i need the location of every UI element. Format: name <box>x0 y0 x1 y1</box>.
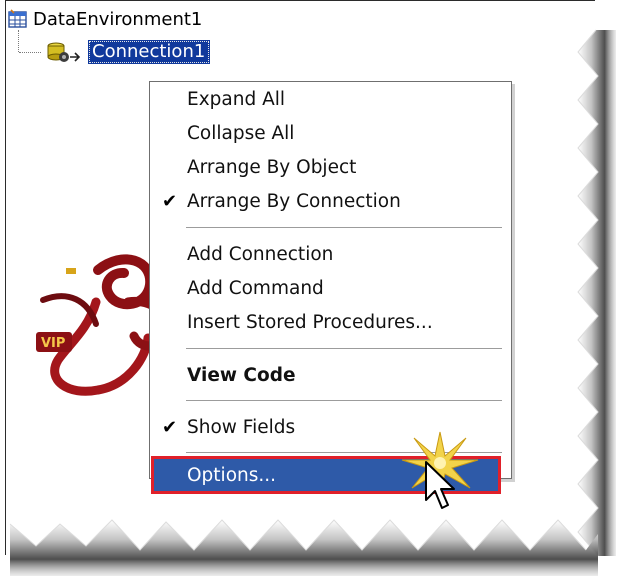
menu-item-label: Add Command <box>187 277 324 299</box>
tree-item-connection[interactable]: Connection1 <box>42 38 211 66</box>
menu-item-view-code[interactable]: View Code <box>150 360 511 390</box>
menu-separator <box>186 348 502 349</box>
data-environment-icon <box>8 9 27 28</box>
connection-icon <box>47 42 81 62</box>
menu-separator <box>186 400 502 401</box>
context-menu: Expand All Collapse All Arrange By Objec… <box>149 81 512 494</box>
menu-item-label: Expand All <box>187 88 286 110</box>
menu-item-add-command[interactable]: Add Command <box>150 273 511 303</box>
logo-vip-text: VIP <box>41 336 65 351</box>
menu-item-expand-all[interactable]: Expand All <box>150 84 511 114</box>
tree-child-label: Connection1 <box>88 40 211 64</box>
menu-item-arrange-by-object[interactable]: Arrange By Object <box>150 152 511 182</box>
menu-item-collapse-all[interactable]: Collapse All <box>150 118 511 148</box>
menu-item-insert-stored-procedures[interactable]: Insert Stored Procedures... <box>150 307 511 337</box>
checkmark-icon: ✔ <box>162 190 178 212</box>
tree-connector-horizontal <box>19 52 41 53</box>
menu-item-label: View Code <box>187 364 296 386</box>
menu-item-label: Insert Stored Procedures... <box>187 311 433 333</box>
menu-item-label: Show Fields <box>187 416 296 438</box>
tree-connector-vertical <box>18 30 19 52</box>
menu-item-label: Options... <box>187 464 277 486</box>
menu-item-add-connection[interactable]: Add Connection <box>150 239 511 269</box>
menu-item-label: Collapse All <box>187 122 295 144</box>
menu-separator <box>186 227 502 228</box>
menu-item-arrange-by-connection[interactable]: ✔ Arrange By Connection <box>150 186 511 216</box>
tree-item-data-environment[interactable]: DataEnvironment1 <box>8 6 202 32</box>
checkmark-icon: ✔ <box>162 416 178 438</box>
arrow-cursor-icon <box>425 461 455 509</box>
tree-root-label: DataEnvironment1 <box>33 8 203 30</box>
menu-item-label: Add Connection <box>187 243 334 265</box>
menu-item-label: Arrange By Object <box>187 156 357 178</box>
menu-item-label: Arrange By Connection <box>187 190 401 212</box>
